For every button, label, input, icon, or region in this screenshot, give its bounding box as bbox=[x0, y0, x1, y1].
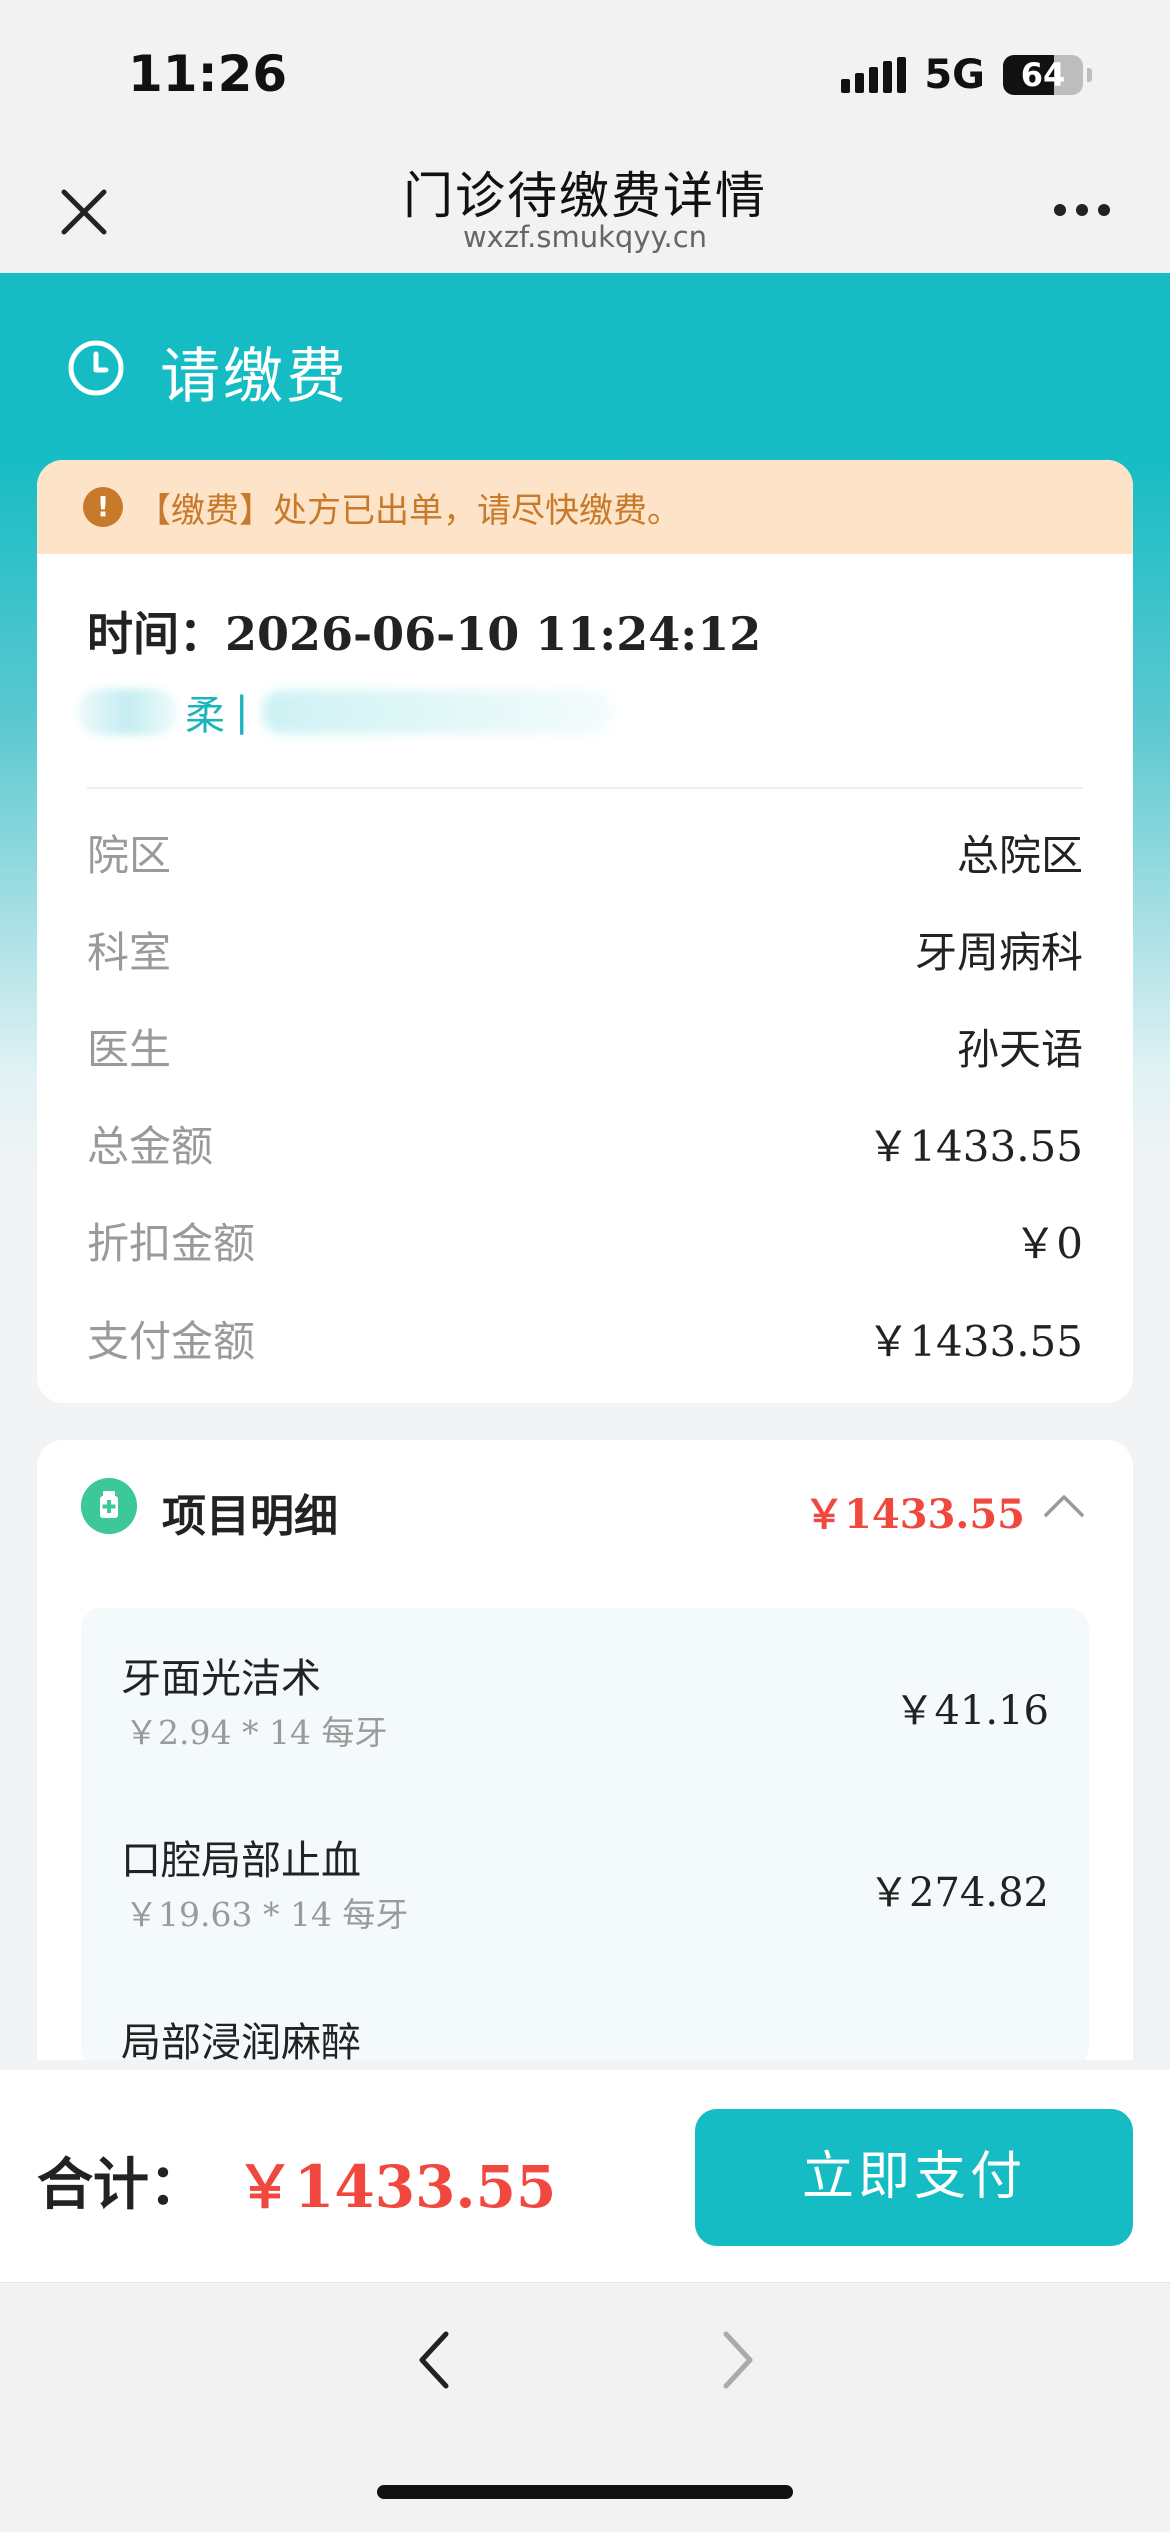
info-value: ￥1433.55 bbox=[867, 1121, 1083, 1171]
total-label: 合计： bbox=[37, 2153, 205, 2218]
medicine-box-icon bbox=[81, 1478, 137, 1534]
info-label: 医生 bbox=[87, 1024, 172, 1074]
pay-now-button[interactable]: 立即支付 bbox=[695, 2109, 1133, 2246]
forward-arrow-icon[interactable] bbox=[716, 2328, 760, 2392]
total-amount: ￥1433.55 bbox=[236, 2153, 557, 2221]
info-value: ￥0 bbox=[1014, 1218, 1083, 1268]
info-label: 总金额 bbox=[87, 1121, 214, 1171]
chevron-up-icon[interactable] bbox=[1043, 1492, 1085, 1518]
item-name: 局部浸润麻醉 bbox=[121, 2020, 361, 2060]
notice-text: 【缴费】处方已出单，请尽快缴费。 bbox=[137, 490, 681, 531]
info-row-department: 科室 牙周病科 bbox=[87, 919, 1083, 979]
page-title: 门诊待缴费详情 bbox=[403, 167, 767, 225]
time-value: 2026-06-10 11:24:12 bbox=[225, 607, 762, 661]
info-value: 总院区 bbox=[956, 830, 1083, 880]
list-item: 局部浸润麻醉 bbox=[121, 2010, 1049, 2060]
divider bbox=[87, 787, 1083, 789]
nav-header: 门诊待缴费详情 wxzf.smukqyy.cn bbox=[0, 140, 1170, 273]
redacted-text bbox=[77, 689, 177, 735]
list-item: 口腔局部止血 ￥19.63 * 14 每牙 ￥274.82 bbox=[121, 1828, 1049, 1948]
item-detail-card: 项目明细 ￥1433.55 牙面光洁术 ￥2.94 * 14 每牙 ￥41.16… bbox=[37, 1440, 1133, 2060]
clock-icon bbox=[68, 340, 124, 396]
item-list: 牙面光洁术 ￥2.94 * 14 每牙 ￥41.16 口腔局部止血 ￥19.63… bbox=[81, 1608, 1089, 2060]
back-arrow-icon[interactable] bbox=[412, 2328, 456, 2392]
banner-title: 请缴费 bbox=[160, 342, 349, 412]
detail-total: ￥1433.55 bbox=[804, 1491, 1025, 1538]
info-value: 孙天语 bbox=[956, 1024, 1083, 1074]
item-price: ￥41.16 bbox=[894, 1688, 1049, 1734]
page-url: wxzf.smukqyy.cn bbox=[462, 220, 708, 254]
info-row-discount: 折扣金额 ￥0 bbox=[87, 1210, 1083, 1270]
list-item: 牙面光洁术 ￥2.94 * 14 每牙 ￥41.16 bbox=[121, 1646, 1049, 1766]
info-label: 支付金额 bbox=[87, 1316, 256, 1366]
info-value: ￥1433.55 bbox=[867, 1316, 1083, 1366]
signal-icon bbox=[841, 57, 907, 93]
item-price: ￥274.82 bbox=[869, 1870, 1049, 1916]
patient-info: 柔 | bbox=[77, 682, 617, 742]
info-card: ! 【缴费】处方已出单，请尽快缴费。 时间：2026-06-10 11:24:1… bbox=[37, 460, 1133, 1403]
info-row-payable: 支付金额 ￥1433.55 bbox=[87, 1308, 1083, 1368]
detail-title: 项目明细 bbox=[162, 1491, 338, 1542]
status-indicators: 5G 64 bbox=[841, 52, 1092, 98]
battery-level: 64 bbox=[1020, 56, 1066, 94]
battery-icon: 64 bbox=[1003, 55, 1083, 95]
patient-name: 柔 bbox=[185, 693, 225, 739]
item-name: 牙面光洁术 bbox=[121, 1656, 321, 1702]
info-row-doctor: 医生 孙天语 bbox=[87, 1016, 1083, 1076]
more-icon[interactable] bbox=[1054, 198, 1114, 222]
visit-time: 时间：2026-06-10 11:24:12 bbox=[87, 598, 761, 664]
patient-separator: | bbox=[235, 689, 249, 735]
warning-icon: ! bbox=[83, 487, 123, 527]
status-time: 11:26 bbox=[128, 45, 288, 103]
item-unit-price: ￥2.94 * 14 每牙 bbox=[125, 1713, 388, 1752]
info-value: 牙周病科 bbox=[914, 927, 1083, 977]
info-row-campus: 院区 总院区 bbox=[87, 822, 1083, 882]
info-row-total: 总金额 ￥1433.55 bbox=[87, 1113, 1083, 1173]
network-type: 5G bbox=[924, 52, 985, 98]
time-label: 时间： bbox=[87, 607, 225, 661]
info-label: 折扣金额 bbox=[87, 1218, 256, 1268]
item-name: 口腔局部止血 bbox=[121, 1838, 361, 1884]
info-label: 科室 bbox=[87, 927, 172, 977]
home-indicator[interactable] bbox=[377, 2485, 793, 2499]
info-label: 院区 bbox=[87, 830, 172, 880]
payment-bar: 合计： ￥1433.55 立即支付 bbox=[0, 2070, 1170, 2283]
redacted-text bbox=[262, 690, 613, 734]
notice-bar: ! 【缴费】处方已出单，请尽快缴费。 bbox=[37, 460, 1133, 554]
battery-nub bbox=[1087, 68, 1092, 82]
item-unit-price: ￥19.63 * 14 每牙 bbox=[125, 1895, 409, 1934]
status-bar: 11:26 5G 64 bbox=[0, 0, 1170, 140]
